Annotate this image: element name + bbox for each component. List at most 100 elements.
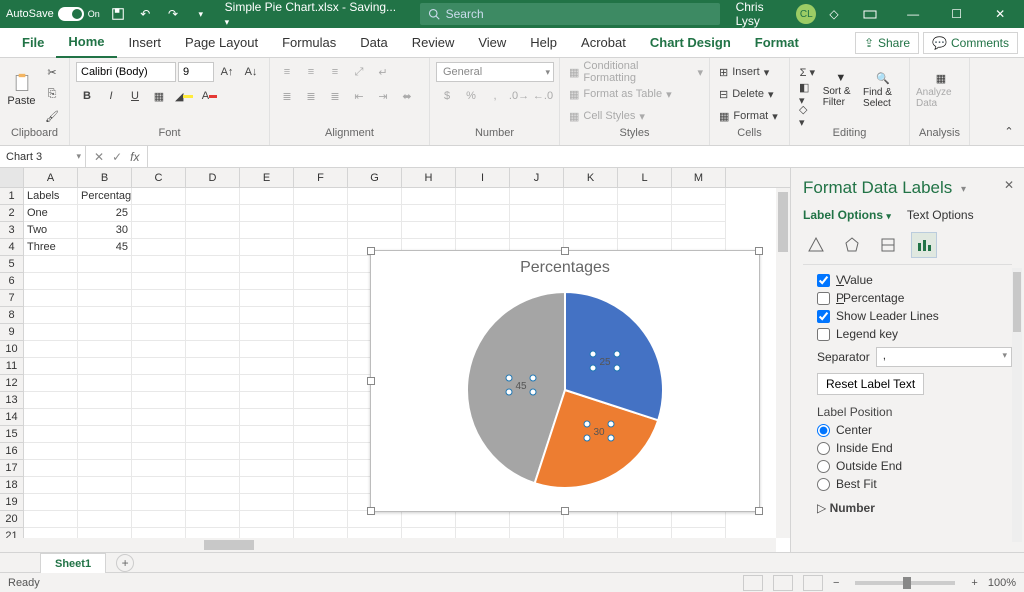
cell[interactable] [510, 188, 564, 205]
find-select[interactable]: 🔍Find & Select [863, 62, 903, 118]
row-header[interactable]: 3 [0, 222, 24, 239]
cell[interactable] [186, 256, 240, 273]
col-header[interactable]: H [402, 168, 456, 187]
row-header[interactable]: 19 [0, 494, 24, 511]
comments-button[interactable]: 💬Comments [923, 32, 1018, 54]
merge[interactable]: ⬌ [396, 86, 418, 106]
cell[interactable] [78, 324, 132, 341]
cell[interactable] [132, 358, 186, 375]
label-options-tab[interactable]: Label Options ▾ [803, 208, 891, 222]
font-color-button[interactable]: A [198, 86, 220, 106]
col-header[interactable]: D [186, 168, 240, 187]
col-header[interactable]: G [348, 168, 402, 187]
undo-icon[interactable]: ↶ [135, 4, 155, 24]
cell[interactable] [78, 273, 132, 290]
wrap-text[interactable]: ↵ [372, 62, 394, 82]
row-header[interactable]: 7 [0, 290, 24, 307]
cell[interactable] [672, 222, 726, 239]
cell[interactable] [78, 409, 132, 426]
cell[interactable] [24, 460, 78, 477]
tab-format[interactable]: Format [743, 28, 811, 58]
col-header[interactable]: M [672, 168, 726, 187]
cell[interactable] [78, 256, 132, 273]
cell[interactable] [24, 324, 78, 341]
text-options-tab[interactable]: Text Options [907, 208, 974, 222]
cell[interactable] [78, 358, 132, 375]
cell[interactable] [240, 222, 294, 239]
cell[interactable] [240, 324, 294, 341]
align-center[interactable]: ≣ [300, 86, 322, 106]
cell[interactable] [294, 392, 348, 409]
cell[interactable] [132, 375, 186, 392]
cell[interactable] [294, 222, 348, 239]
cell[interactable] [240, 460, 294, 477]
fill[interactable]: ◧ ▾ [796, 84, 819, 104]
bold-button[interactable]: B [76, 86, 98, 106]
cell[interactable] [456, 511, 510, 528]
cell[interactable] [186, 290, 240, 307]
pos-center-radio[interactable]: Center [817, 423, 1012, 437]
row-header[interactable]: 21 [0, 528, 24, 538]
row-header[interactable]: 1 [0, 188, 24, 205]
cell[interactable] [186, 443, 240, 460]
cell[interactable]: One [24, 205, 78, 222]
row-header[interactable]: 12 [0, 375, 24, 392]
cell[interactable] [402, 222, 456, 239]
cell[interactable] [132, 443, 186, 460]
cell[interactable] [186, 477, 240, 494]
clear[interactable]: ◇ ▾ [796, 106, 819, 126]
cell[interactable] [294, 239, 348, 256]
cell[interactable] [456, 205, 510, 222]
cell[interactable] [24, 477, 78, 494]
cell[interactable] [564, 205, 618, 222]
row-header[interactable]: 16 [0, 443, 24, 460]
cell[interactable] [510, 205, 564, 222]
paste-button[interactable]: Paste [6, 62, 37, 118]
col-header[interactable]: E [240, 168, 294, 187]
cell[interactable] [294, 290, 348, 307]
copy-button[interactable]: ⎘ [41, 84, 63, 104]
row-header[interactable]: 15 [0, 426, 24, 443]
percent[interactable]: % [460, 86, 482, 106]
cell[interactable] [510, 222, 564, 239]
cell[interactable] [402, 205, 456, 222]
separator-select[interactable]: , [876, 347, 1012, 367]
col-header[interactable]: A [24, 168, 78, 187]
user-account[interactable]: Chris Lysy CL [736, 0, 817, 28]
cell[interactable] [24, 358, 78, 375]
pane-dropdown-icon[interactable]: ▾ [961, 184, 966, 195]
redo-icon[interactable]: ↷ [163, 4, 183, 24]
sort-filter[interactable]: ▼Sort & Filter [823, 62, 859, 118]
ribbon-options-icon[interactable] [852, 0, 888, 28]
cell[interactable] [672, 205, 726, 222]
cell[interactable] [294, 188, 348, 205]
underline-button[interactable]: U [124, 86, 146, 106]
cell[interactable]: Two [24, 222, 78, 239]
cell[interactable] [294, 426, 348, 443]
value-checkbox[interactable]: VValue [817, 273, 1012, 287]
select-all-corner[interactable] [0, 168, 24, 187]
close-pane-button[interactable]: ✕ [1004, 178, 1014, 192]
page-layout-view-button[interactable] [773, 575, 793, 591]
cell[interactable] [294, 358, 348, 375]
cell[interactable]: Percentages [78, 188, 132, 205]
search-input[interactable]: Search [420, 3, 720, 25]
cell[interactable] [240, 426, 294, 443]
reset-label-text-button[interactable]: Reset Label Text [817, 373, 924, 395]
cell[interactable] [618, 222, 672, 239]
cell[interactable] [186, 511, 240, 528]
row-header[interactable]: 4 [0, 239, 24, 256]
cell[interactable] [294, 511, 348, 528]
cell[interactable] [456, 222, 510, 239]
cell[interactable] [240, 358, 294, 375]
cell[interactable] [294, 443, 348, 460]
cell[interactable] [294, 307, 348, 324]
cell[interactable] [618, 205, 672, 222]
cell[interactable]: Three [24, 239, 78, 256]
cell[interactable] [132, 511, 186, 528]
cell[interactable] [186, 409, 240, 426]
cell[interactable] [24, 528, 78, 538]
col-header[interactable]: K [564, 168, 618, 187]
cell[interactable] [78, 375, 132, 392]
share-button[interactable]: ⇪Share [855, 32, 919, 54]
